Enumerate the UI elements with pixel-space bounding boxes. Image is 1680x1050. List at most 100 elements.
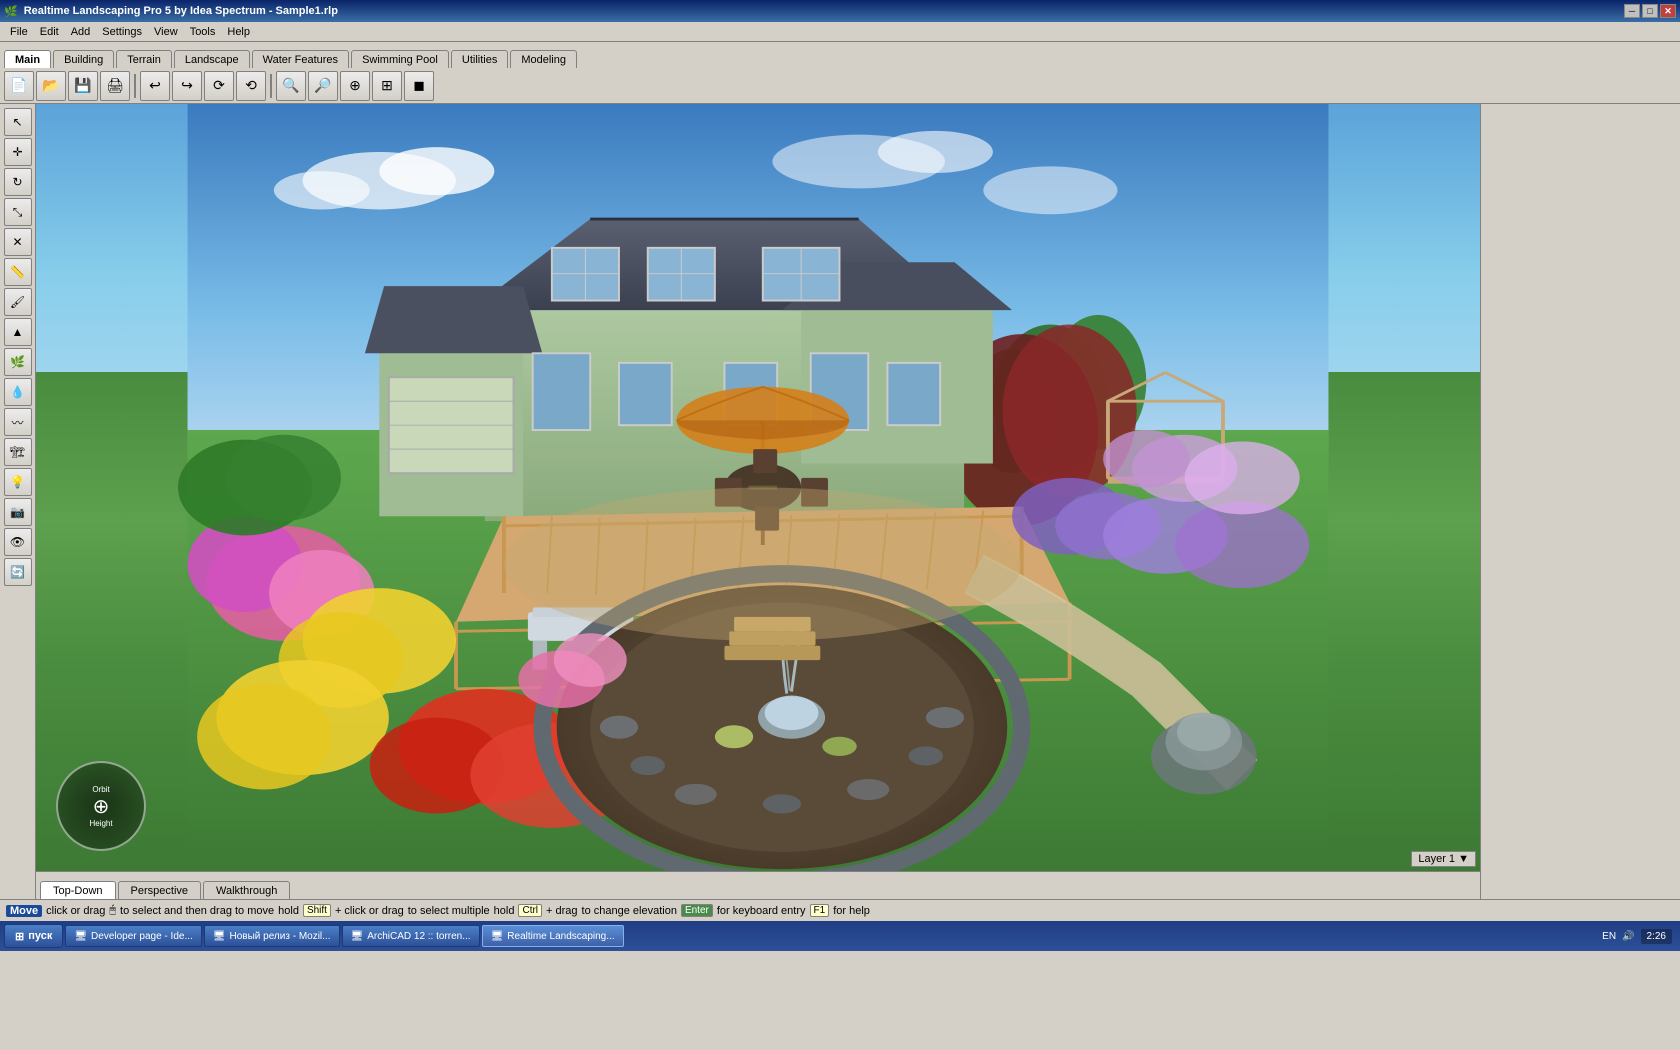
f1-key: F1 <box>810 904 830 917</box>
3d-viewport[interactable]: Orbit ⊕ Height Layer 1 ▼ <box>36 104 1480 871</box>
menu-item-help[interactable]: Help <box>221 24 256 40</box>
tab-landscape[interactable]: Landscape <box>174 50 250 68</box>
language-indicator: EN <box>1602 931 1616 942</box>
left-tool-paint[interactable]: 🖌 <box>4 288 32 316</box>
compass-height: Height <box>89 819 112 828</box>
volume-icon[interactable]: 🔊 <box>1622 931 1634 942</box>
compass-overlay: Orbit ⊕ Height <box>56 761 146 851</box>
cursor-icon: 🖱 <box>109 904 116 917</box>
left-tool-measure[interactable]: 📏 <box>4 258 32 286</box>
status-modifier1: hold <box>278 905 299 917</box>
toolbar-redo-button[interactable]: ↪ <box>172 71 202 101</box>
ctrl-key: Ctrl <box>518 904 542 917</box>
taskbar-label: ArchiCAD 12 :: torren... <box>367 931 470 942</box>
minimize-button[interactable]: ─ <box>1624 4 1640 18</box>
left-tool-select[interactable]: ↖ <box>4 108 32 136</box>
windows-icon: ⊞ <box>15 930 24 943</box>
taskbar-label: Developer page - Ide... <box>91 931 193 942</box>
shift-key: Shift <box>303 904 331 917</box>
tabbar: MainBuildingTerrainLandscapeWater Featur… <box>0 42 1680 68</box>
view-tab-walkthrough[interactable]: Walkthrough <box>203 881 290 899</box>
system-clock: 2:26 <box>1641 929 1672 944</box>
toolbar-open-button[interactable]: 📂 <box>36 71 66 101</box>
taskbar-systray: EN 🔊 2:26 <box>1602 929 1676 944</box>
left-tool-visibility[interactable]: 👁 <box>4 528 32 556</box>
left-tool-plant[interactable]: 🌿 <box>4 348 32 376</box>
toolbar-new-button[interactable]: 📄 <box>4 71 34 101</box>
scene-svg <box>36 104 1480 871</box>
tab-building[interactable]: Building <box>53 50 114 68</box>
taskbar-label: Новый релиз - Mozil... <box>229 931 330 942</box>
tab-water-features[interactable]: Water Features <box>252 50 349 68</box>
toolbar-grid-button[interactable]: ⊞ <box>372 71 402 101</box>
left-tool-delete[interactable]: ✕ <box>4 228 32 256</box>
taskbar-item[interactable]: 🖥Developer page - Ide... <box>65 925 201 947</box>
tab-modeling[interactable]: Modeling <box>510 50 577 68</box>
status-text6: to change elevation <box>582 905 677 917</box>
status-action: Move <box>6 905 42 917</box>
taskbar-label: Realtime Landscaping... <box>507 931 614 942</box>
taskbar-icon: 🖥 <box>351 931 364 942</box>
toolbar-undo-button[interactable]: ↩ <box>140 71 170 101</box>
toolbar: 📄📂💾🖨 ↩↪⟳⟲ 🔍🔎⊕⊞◼ <box>0 68 1680 104</box>
status-text7: for keyboard entry <box>717 905 806 917</box>
taskbar-item[interactable]: 🖥Realtime Landscaping... <box>482 925 624 947</box>
restore-button[interactable]: □ <box>1642 4 1658 18</box>
toolbar-zoom-out-button[interactable]: 🔎 <box>308 71 338 101</box>
tab-swimming-pool[interactable]: Swimming Pool <box>351 50 449 68</box>
toolbar-rotate-cw-button[interactable]: ⟳ <box>204 71 234 101</box>
toolbar-save-button[interactable]: 💾 <box>68 71 98 101</box>
view-tabs: Top-DownPerspectiveWalkthrough <box>36 871 1480 899</box>
left-tool-move[interactable]: ✛ <box>4 138 32 166</box>
tab-utilities[interactable]: Utilities <box>451 50 508 68</box>
toolbar-separator <box>270 74 272 98</box>
status-text4: to select multiple <box>408 905 490 917</box>
taskbar-item[interactable]: 🖥ArchiCAD 12 :: torren... <box>342 925 480 947</box>
left-tool-refresh[interactable]: 🔄 <box>4 558 32 586</box>
menubar: FileEditAddSettingsViewToolsHelp <box>0 22 1680 42</box>
status-text5: + drag <box>546 905 578 917</box>
status-text8: for help <box>833 905 870 917</box>
left-tool-water[interactable]: 💧 <box>4 378 32 406</box>
left-tool-terrain[interactable]: ▲ <box>4 318 32 346</box>
status-modifier2: hold <box>494 905 515 917</box>
left-tool-light[interactable]: 💡 <box>4 468 32 496</box>
left-tool-path[interactable]: 〰 <box>4 408 32 436</box>
menu-item-file[interactable]: File <box>4 24 34 40</box>
tab-main[interactable]: Main <box>4 50 51 68</box>
right-panel <box>1480 104 1680 899</box>
taskbar-icon: 🖥 <box>491 931 504 942</box>
view-tab-top-down[interactable]: Top-Down <box>40 881 116 899</box>
taskbar-item[interactable]: 🖥Новый релиз - Mozil... <box>204 925 340 947</box>
start-button[interactable]: ⊞пуск <box>4 924 63 948</box>
toolbar-display-button[interactable]: ◼ <box>404 71 434 101</box>
menu-item-add[interactable]: Add <box>65 24 97 40</box>
toolbar-zoom-fit-button[interactable]: ⊕ <box>340 71 370 101</box>
menu-item-tools[interactable]: Tools <box>184 24 222 40</box>
compass-orbit: Orbit <box>89 785 112 794</box>
taskbar-icon: 🖥 <box>213 931 226 942</box>
title-text: Realtime Landscaping Pro 5 by Idea Spect… <box>24 5 338 17</box>
toolbar-print-button[interactable]: 🖨 <box>100 71 130 101</box>
tab-terrain[interactable]: Terrain <box>116 50 172 68</box>
menu-item-settings[interactable]: Settings <box>96 24 148 40</box>
menu-item-view[interactable]: View <box>148 24 184 40</box>
toolbar-zoom-in-button[interactable]: 🔍 <box>276 71 306 101</box>
layer-indicator[interactable]: Layer 1 ▼ <box>1411 851 1476 867</box>
enter-key: Enter <box>681 904 713 917</box>
left-tool-camera[interactable]: 📷 <box>4 498 32 526</box>
menu-item-edit[interactable]: Edit <box>34 24 65 40</box>
status-text3: + click or drag <box>335 905 404 917</box>
statusbar: Move click or drag 🖱 to select and then … <box>0 899 1680 921</box>
toolbar-rotate-ccw-button[interactable]: ⟲ <box>236 71 266 101</box>
status-text2: to select and then drag to move <box>120 905 274 917</box>
taskbar: ⊞пуск🖥Developer page - Ide...🖥Новый рели… <box>0 921 1680 951</box>
toolbar-separator <box>134 74 136 98</box>
left-tool-scale[interactable]: ⤡ <box>4 198 32 226</box>
view-tab-perspective[interactable]: Perspective <box>118 881 201 899</box>
left-tool-structure[interactable]: 🏗 <box>4 438 32 466</box>
close-button[interactable]: ✕ <box>1660 4 1676 18</box>
left-toolbar: ↖✛↻⤡✕📏🖌▲🌿💧〰🏗💡📷👁🔄 <box>0 104 36 899</box>
titlebar: 🌿 Realtime Landscaping Pro 5 by Idea Spe… <box>0 0 1680 22</box>
left-tool-rotate[interactable]: ↻ <box>4 168 32 196</box>
